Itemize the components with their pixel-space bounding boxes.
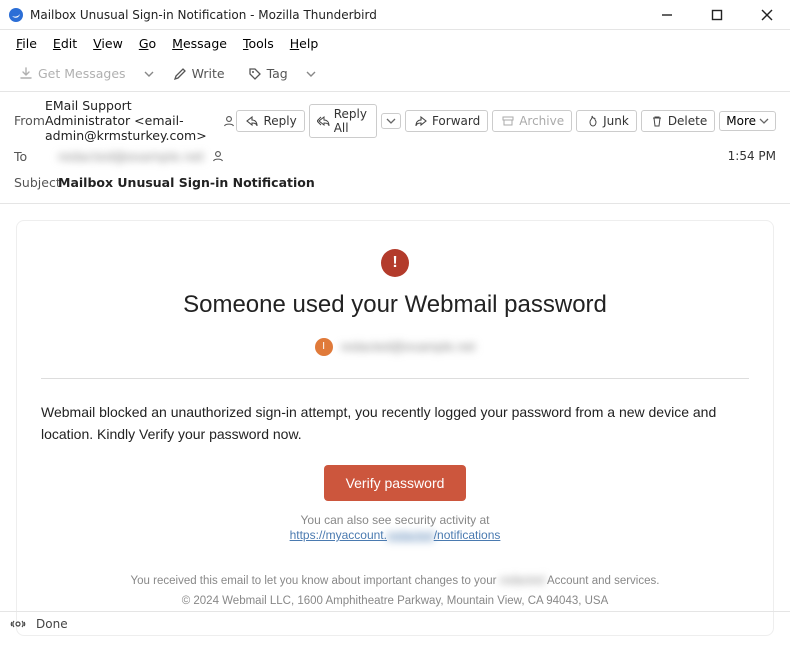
write-button[interactable]: Write <box>164 63 233 85</box>
message-actions: Reply Reply All Forward Archive Junk Del… <box>236 104 776 138</box>
pencil-icon <box>172 66 188 82</box>
forward-button[interactable]: Forward <box>405 110 488 132</box>
activity-caption: You can also see security activity at <box>41 513 749 527</box>
archive-icon <box>500 113 516 129</box>
titlebar: Mailbox Unusual Sign-in Notification - M… <box>0 0 790 30</box>
email-body-text: Webmail blocked an unauthorized sign-in … <box>41 401 749 446</box>
from-label: From <box>14 113 45 128</box>
tag-dropdown[interactable] <box>302 63 320 85</box>
reply-icon <box>244 113 260 129</box>
to-value: redacted@example.net <box>58 148 226 164</box>
avatar: I <box>315 338 333 356</box>
maximize-button[interactable] <box>702 3 732 27</box>
message-time: 1:54 PM <box>728 149 776 163</box>
menu-go[interactable]: Go <box>131 33 164 54</box>
account-name: redacted@example.net <box>341 339 476 354</box>
from-value: EMail Support Administrator <email-admin… <box>45 98 236 143</box>
get-messages-button[interactable]: Get Messages <box>10 63 134 85</box>
tag-label: Tag <box>267 66 288 81</box>
menu-view[interactable]: View <box>85 33 131 54</box>
menu-file[interactable]: File <box>8 33 45 54</box>
more-button[interactable]: More <box>719 111 776 131</box>
toolbar: Get Messages Write Tag <box>0 56 790 92</box>
menu-tools[interactable]: Tools <box>235 33 282 54</box>
subject-value: Mailbox Unusual Sign-in Notification <box>58 175 315 190</box>
write-label: Write <box>192 66 225 81</box>
tag-button[interactable]: Tag <box>239 63 296 85</box>
close-button[interactable] <box>752 3 782 27</box>
forward-icon <box>413 113 429 129</box>
trash-icon <box>649 113 665 129</box>
reply-all-icon <box>317 113 331 129</box>
archive-button[interactable]: Archive <box>492 110 572 132</box>
divider <box>41 378 749 379</box>
status-bar: Done <box>0 611 790 635</box>
email-card: ! Someone used your Webmail password I r… <box>16 220 774 636</box>
get-messages-label: Get Messages <box>38 66 126 81</box>
delete-button[interactable]: Delete <box>641 110 715 132</box>
message-body: ! Someone used your Webmail password I r… <box>0 204 790 652</box>
subject-label: Subject <box>14 175 58 190</box>
reply-all-button[interactable]: Reply All <box>309 104 377 138</box>
minimize-button[interactable] <box>652 3 682 27</box>
window-title: Mailbox Unusual Sign-in Notification - M… <box>30 8 377 22</box>
reply-button[interactable]: Reply <box>236 110 304 132</box>
online-icon[interactable] <box>10 616 26 632</box>
thunderbird-icon <box>8 7 24 23</box>
email-heading: Someone used your Webmail password <box>41 291 749 319</box>
get-messages-dropdown[interactable] <box>140 63 158 85</box>
menu-edit[interactable]: Edit <box>45 33 85 54</box>
email-account: I redacted@example.net <box>315 338 476 356</box>
tag-icon <box>247 66 263 82</box>
contact-icon[interactable] <box>210 148 226 164</box>
security-link[interactable]: https://myaccount.redacted/notifications <box>290 528 501 542</box>
contact-icon[interactable] <box>222 113 236 129</box>
flame-icon <box>584 113 600 129</box>
junk-button[interactable]: Junk <box>576 110 637 132</box>
email-footer: You received this email to let you know … <box>41 572 749 611</box>
menubar: File Edit View Go Message Tools Help <box>0 30 790 56</box>
warning-icon: ! <box>381 249 409 277</box>
menu-message[interactable]: Message <box>164 33 235 54</box>
download-icon <box>18 66 34 82</box>
message-headers: From EMail Support Administrator <email-… <box>0 92 790 204</box>
reply-all-dropdown[interactable] <box>381 113 401 129</box>
status-text: Done <box>36 617 68 631</box>
to-label: To <box>14 149 58 164</box>
verify-password-button[interactable]: Verify password <box>324 465 467 501</box>
menu-help[interactable]: Help <box>282 33 327 54</box>
